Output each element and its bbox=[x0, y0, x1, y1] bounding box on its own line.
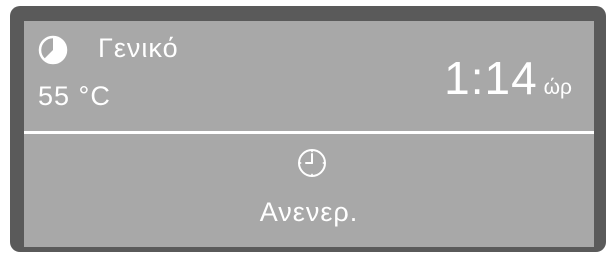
program-name: Γενικό bbox=[98, 33, 179, 63]
temperature-value: 55 °C bbox=[38, 81, 111, 111]
divider bbox=[24, 131, 594, 134]
time-unit: ώρ bbox=[543, 76, 572, 99]
display-screen: Γενικό 55 °C 1:14 ώρ Ανενερ. bbox=[24, 21, 594, 247]
delay-start-label: Ανενερ. bbox=[259, 197, 359, 227]
remaining-time: 1:14 ώρ bbox=[444, 51, 572, 105]
program-pie-icon bbox=[38, 35, 68, 65]
time-value: 1:14 bbox=[444, 52, 538, 104]
clock-icon bbox=[298, 149, 326, 177]
